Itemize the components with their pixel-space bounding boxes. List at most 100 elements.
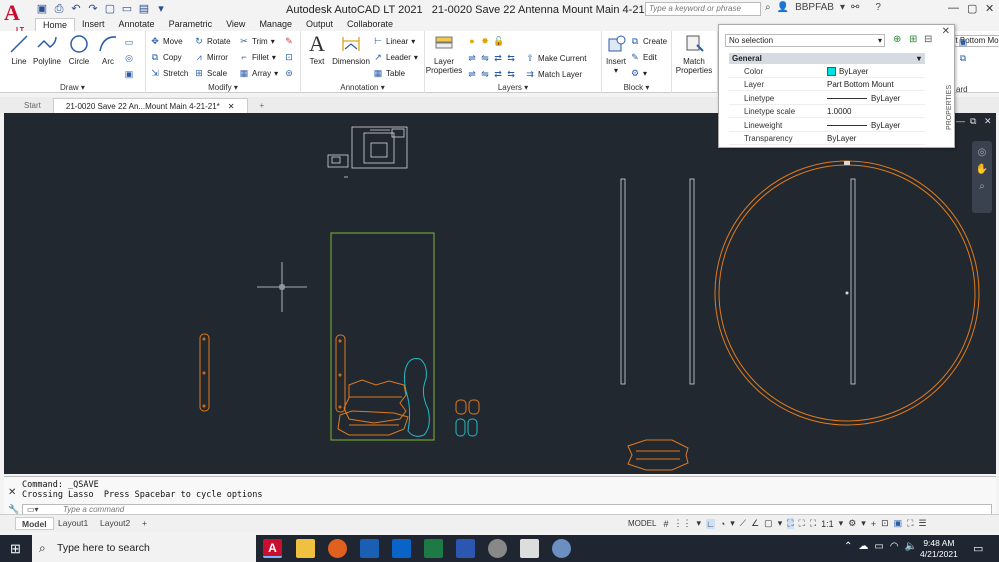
layer-tool-icon[interactable]: ⇆ [506, 53, 516, 63]
tab-model[interactable]: Model [15, 517, 54, 530]
annotation-panel-title[interactable]: Annotation ▾ [301, 83, 424, 92]
tab-parametric[interactable]: Parametric [162, 18, 220, 31]
property-row-linetype-scale[interactable]: Linetype scale 1.0000 [729, 105, 925, 118]
volume-icon[interactable]: 🔈 [905, 541, 917, 552]
grid-icon[interactable]: # [663, 519, 668, 529]
new-icon[interactable]: ▢ [104, 3, 116, 15]
selection-dropdown[interactable]: No selection ▾ [725, 34, 885, 47]
new-layout-button[interactable]: + [136, 517, 153, 530]
tab-view[interactable]: View [219, 18, 252, 31]
property-row-transparency[interactable]: Transparency ByLayer [729, 132, 925, 145]
mirror-button[interactable]: ⩘ Mirror [194, 52, 227, 62]
maximize-button[interactable]: ▢ [967, 2, 977, 15]
line-button[interactable]: Line [6, 33, 32, 66]
autocad-taskbar-icon[interactable]: A [263, 539, 282, 558]
vpn-icon[interactable] [488, 539, 507, 558]
tab-annotate[interactable]: Annotate [112, 18, 162, 31]
tab-layout1[interactable]: Layout1 [52, 517, 94, 530]
region-icon[interactable]: ▣ [124, 69, 134, 79]
block-panel-title[interactable]: Block ▾ [602, 83, 671, 92]
explode-icon[interactable]: ⊡ [284, 52, 294, 62]
model-space-toggle[interactable]: MODEL [626, 519, 658, 528]
help-search-input[interactable]: Type a keyword or phrase [645, 2, 761, 16]
make-current-button[interactable]: ⇧ Make Current [525, 53, 586, 63]
edit-block-button[interactable]: ✎ Edit [630, 52, 657, 62]
new-tab-button[interactable]: + [248, 98, 277, 113]
viewport-minimize-button[interactable]: — [956, 116, 965, 126]
exchange-icon[interactable]: ⚯ [851, 2, 859, 13]
general-group-header[interactable]: General ▾ [729, 53, 925, 64]
match-layer-button[interactable]: ⇉ Match Layer [525, 69, 582, 79]
customization-menu-icon[interactable]: ☰ [918, 518, 926, 529]
match-properties-button[interactable]: Match Properties [674, 33, 714, 75]
help-icon[interactable]: ? [875, 2, 881, 13]
steering-wheel-icon[interactable]: ◎ [972, 147, 992, 158]
open-icon[interactable]: ▭ [121, 3, 133, 15]
isodraft-icon[interactable]: ⟋ [740, 518, 746, 529]
teams-icon[interactable] [520, 539, 539, 558]
close-button[interactable]: ✕ [985, 2, 994, 15]
table-button[interactable]: ▦ Table [373, 68, 405, 78]
osnap-dropdown-icon[interactable]: ▾ [778, 518, 783, 529]
file-explorer-icon[interactable] [296, 539, 315, 558]
scale-button[interactable]: ⊞ Scale [194, 68, 227, 78]
viewport-close-button[interactable]: ✕ [984, 116, 992, 127]
tab-manage[interactable]: Manage [252, 18, 299, 31]
word-icon[interactable] [456, 539, 475, 558]
object-snap-tracking-icon[interactable]: ∠ [751, 518, 759, 529]
search-icon[interactable]: ⌕ [765, 2, 771, 13]
close-command-line-icon[interactable]: ✕ [8, 487, 16, 498]
excel-icon[interactable] [424, 539, 443, 558]
chevron-up-icon[interactable]: ⌃ [844, 541, 852, 552]
hardware-acceleration-icon[interactable]: ▣ [894, 518, 903, 529]
detail-view-drawing[interactable] [327, 126, 408, 178]
modify-panel-title[interactable]: Modify ▾ [146, 83, 300, 92]
circle-button[interactable]: Circle [66, 33, 92, 66]
move-button[interactable]: ✥ Move [150, 36, 182, 46]
trim-button[interactable]: ✂ Trim ▾ [239, 36, 275, 46]
notification-icon[interactable]: ▭ [973, 542, 983, 555]
property-row-color[interactable]: Color ByLayer [729, 65, 925, 78]
hatch-icon[interactable]: ◎ [124, 53, 134, 63]
print-icon[interactable]: ⎙ [53, 3, 65, 15]
layer-properties-button[interactable]: Layer Properties [425, 33, 463, 75]
minimize-button[interactable]: — [948, 2, 959, 14]
copy-button[interactable]: ⧉ Copy [150, 52, 182, 62]
tab-home[interactable]: Home [35, 18, 76, 31]
layers-panel-title[interactable]: Layers ▾ [425, 83, 601, 92]
workspace-dropdown-icon[interactable]: ▾ [861, 518, 866, 529]
block-attributes-icon[interactable]: ⚙ ▾ [630, 68, 647, 78]
tab-collaborate[interactable]: Collaborate [340, 18, 400, 31]
polar-dropdown-icon[interactable]: ▾ [730, 518, 735, 529]
property-row-lineweight[interactable]: Lineweight ByLayer [729, 119, 925, 132]
user-name[interactable]: BBPFAB [795, 2, 834, 13]
snap-icon[interactable]: ⋮⋮ [673, 518, 691, 529]
stretch-button[interactable]: ⇲ Stretch [150, 68, 188, 78]
tab-start[interactable]: Start [12, 98, 53, 113]
workspace-gear-icon[interactable]: ⚙ [848, 518, 856, 529]
tab-drawing[interactable]: 21-0020 Save 22 An...Mount Main 4-21-21*… [52, 97, 248, 113]
close-tab-icon[interactable]: ✕ [228, 102, 235, 111]
annotation-autoscale-icon[interactable]: ⛶ [810, 518, 816, 529]
drawing-canvas[interactable]: ◎ ✋ ⌕ — ⧉ ✕ [4, 113, 996, 474]
offset-icon[interactable]: ⊜ [284, 68, 294, 78]
user-icon[interactable]: 👤 [777, 2, 789, 13]
app-icon[interactable] [552, 539, 571, 558]
chevron-down-icon[interactable]: ▾ [840, 2, 845, 13]
battery-icon[interactable]: ▭ [874, 541, 883, 552]
redo-icon[interactable]: ↷ [87, 3, 99, 15]
annotation-visibility-icon[interactable]: ⛶ [799, 518, 805, 529]
fillet-button[interactable]: ⌐ Fillet ▾ [239, 52, 276, 62]
windows-start-icon[interactable]: ⊞ [10, 542, 24, 556]
firefox-icon[interactable] [328, 539, 347, 558]
clock[interactable]: 9:48 AM 4/21/2021 [920, 538, 958, 560]
layer-tool-icon[interactable]: ⇄ [493, 53, 503, 63]
draw-panel-title[interactable]: Draw ▾ [0, 83, 145, 92]
taskbar-search-box[interactable]: ⌕ Type here to search [32, 535, 256, 562]
tab-layout2[interactable]: Layout2 [94, 517, 136, 530]
tab-insert[interactable]: Insert [75, 18, 112, 31]
select-objects-icon[interactable]: ⊞ [909, 34, 917, 45]
calculator-icon[interactable] [360, 539, 379, 558]
close-icon[interactable]: ✕ [942, 26, 950, 37]
scale-dropdown-icon[interactable]: ▾ [839, 518, 844, 529]
